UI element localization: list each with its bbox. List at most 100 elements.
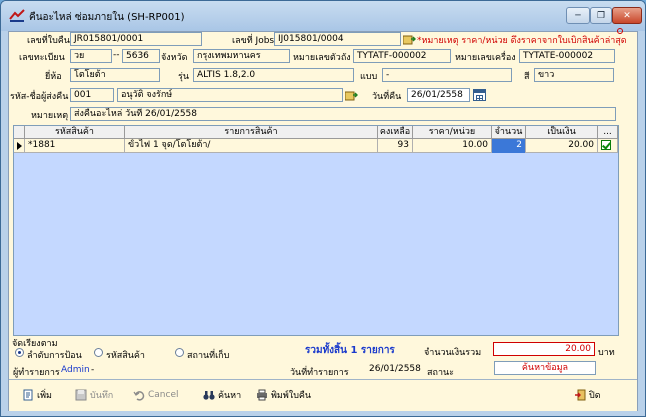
brand-field[interactable]: โตโยต้า [70, 68, 160, 82]
row-pointer-icon [17, 142, 22, 150]
engine-field[interactable]: TYTATE-000002 [519, 49, 615, 63]
cell-name[interactable]: ขั้วไฟ 1 จุด/โตโยต้า/ [125, 139, 378, 153]
doc-no-label: เลขที่ใบคืน [27, 36, 70, 46]
return-date-label: วันที่คืน [372, 92, 402, 102]
bottom-toolbar: เพิ่ม บันทึก Cancel ค้นหา พิมพ์ใบคืน ปิด [9, 381, 637, 411]
type-field[interactable]: - [382, 68, 512, 82]
color-label: สี [524, 72, 530, 82]
price-note: *หมายเหตุ ราคา/หน่วย ดึงราคาจากใบเบิกสิน… [417, 36, 627, 46]
add-button-label: เพิ่ม [37, 391, 52, 401]
job-lookup-icon[interactable] [403, 34, 416, 45]
status-field: ค้นหาข้อมูล [494, 361, 596, 375]
cell-amount[interactable]: 20.00 [526, 139, 598, 153]
sort-radio-code[interactable] [94, 348, 103, 357]
cell-code[interactable]: *1881 [25, 139, 125, 153]
currency-label: บาท [598, 348, 615, 358]
made-date-value: 26/01/2558 [369, 364, 421, 374]
cell-unit-price[interactable]: 10.00 [413, 139, 492, 153]
sort-option-entry[interactable]: ลำดับการป้อน [27, 348, 82, 362]
sort-radio-entry[interactable] [15, 348, 24, 357]
reg-dash: -- [113, 50, 120, 60]
grid-header: รหัสสินค้า รายการสินค้า คงเหลือ ราคา/หน่… [14, 126, 618, 139]
item-count-text: รวมทั้งสิ้น 1 รายการ [305, 345, 395, 356]
row-indicator [14, 139, 25, 153]
model-label: รุ่น [178, 72, 189, 82]
return-date-field[interactable]: 26/01/2558 [407, 88, 470, 102]
returner-lookup-icon[interactable] [345, 90, 358, 101]
title-bar[interactable]: คืนอะไหล่ ซ่อมภายใน (SH-RP001) ─ ❐ ✕ [1, 1, 645, 31]
calendar-icon[interactable] [473, 89, 486, 101]
cell-qty[interactable]: 2 [492, 139, 526, 153]
save-icon [75, 389, 87, 401]
job-no-field[interactable]: IJ015801/0004 [274, 32, 401, 46]
made-date-label: วันที่ทำรายการ [290, 368, 349, 378]
cell-remaining[interactable]: 93 [378, 139, 413, 153]
binoculars-icon [203, 391, 215, 400]
chassis-label: หมายเลขตัวถัง [293, 53, 351, 63]
form-client-area: เลขที่ใบคืน JR015801/0001 เลขที่ Jobs IJ… [8, 28, 638, 411]
job-no-label: เลขที่ Jobs [232, 36, 275, 46]
reg-prefix-field[interactable]: วย [70, 49, 112, 63]
status-label: สถานะ [427, 368, 454, 378]
close-button-label: ปิด [589, 391, 601, 401]
window-title: คืนอะไหล่ ซ่อมภายใน (SH-RP001) [29, 12, 185, 23]
sort-radio-location[interactable] [175, 348, 184, 357]
print-button[interactable]: พิมพ์ใบคืน [256, 387, 311, 403]
new-document-icon [23, 389, 33, 401]
status-dot-icon [617, 28, 623, 34]
close-window-button[interactable]: ✕ [612, 7, 642, 24]
model-field[interactable]: ALTIS 1.8,2.0 [193, 68, 354, 82]
total-label: จำนวนเงินรวม [424, 348, 482, 358]
engine-label: หมายเลขเครื่อง [455, 53, 516, 63]
col-unit-price-header[interactable]: ราคา/หน่วย [413, 126, 492, 139]
chassis-field[interactable]: TYTATF-000002 [353, 49, 451, 63]
remark-label: หมายเหตุ [31, 111, 69, 121]
app-icon [9, 9, 25, 22]
col-name-header[interactable]: รายการสินค้า [125, 126, 378, 139]
type-label: แบบ [360, 72, 378, 82]
color-field[interactable]: ขาว [534, 68, 614, 82]
col-amount-header[interactable]: เป็นเงิน [526, 126, 598, 139]
undo-icon [133, 391, 145, 401]
sort-option-location[interactable]: สถานที่เก็บ [187, 348, 229, 362]
doc-no-field[interactable]: JR015801/0001 [70, 32, 202, 46]
save-button-label: บันทึก [90, 391, 114, 401]
table-row[interactable]: *1881 ขั้วไฟ 1 จุด/โตโยต้า/ 93 10.00 2 2… [14, 139, 618, 153]
province-field[interactable]: กรุงเทพมหานคร [193, 49, 290, 63]
maximize-button[interactable]: ❐ [590, 7, 612, 24]
col-remaining-header[interactable]: คงเหลือ [378, 126, 413, 139]
print-button-label: พิมพ์ใบคืน [271, 391, 312, 401]
search-button-label: ค้นหา [218, 391, 242, 401]
exit-door-icon [575, 389, 586, 401]
maker-label: ผู้ทำรายการ [13, 368, 60, 378]
sort-option-code[interactable]: รหัสสินค้า [106, 348, 145, 362]
maker-value: Admin [61, 365, 90, 375]
toolbar-divider [9, 379, 637, 380]
returner-name-field[interactable]: อนุวัติ จงรักษ์ [117, 88, 343, 102]
reg-label: เลขทะเบียน [19, 53, 65, 63]
col-qty-header[interactable]: จำนวน [492, 126, 526, 139]
province-label: จังหวัด [161, 53, 188, 63]
col-code-header[interactable]: รหัสสินค้า [25, 126, 125, 139]
reg-number-field[interactable]: 5636 [122, 49, 160, 63]
total-field: 20.00 [493, 342, 595, 356]
cancel-button-label: Cancel [148, 390, 179, 400]
printer-icon [257, 389, 267, 401]
save-button[interactable]: บันทึก [75, 387, 113, 403]
brand-label: ยี่ห้อ [45, 72, 62, 82]
app-window: คืนอะไหล่ ซ่อมภายใน (SH-RP001) ─ ❐ ✕ เลข… [0, 0, 646, 417]
search-button[interactable]: ค้นหา [203, 387, 241, 403]
remark-field[interactable]: ส่งคืนอะไหล่ วันที่ 26/01/2558 [70, 107, 616, 121]
maker-dash: - [91, 365, 95, 375]
checkmark-icon[interactable] [601, 140, 611, 150]
items-grid[interactable]: รหัสสินค้า รายการสินค้า คงเหลือ ราคา/หน่… [13, 125, 619, 336]
cancel-button[interactable]: Cancel [133, 387, 179, 403]
col-extra-header[interactable]: ... [598, 126, 618, 139]
add-button[interactable]: เพิ่ม [22, 387, 52, 403]
grid-indicator-header [14, 126, 25, 139]
cell-select[interactable] [598, 139, 618, 153]
returner-label: รหัส-ชื่อผู้ส่งคืน [10, 92, 69, 102]
close-button[interactable]: ปิด [574, 387, 601, 403]
returner-code-field[interactable]: 001 [70, 88, 114, 102]
minimize-button[interactable]: ─ [566, 7, 590, 24]
